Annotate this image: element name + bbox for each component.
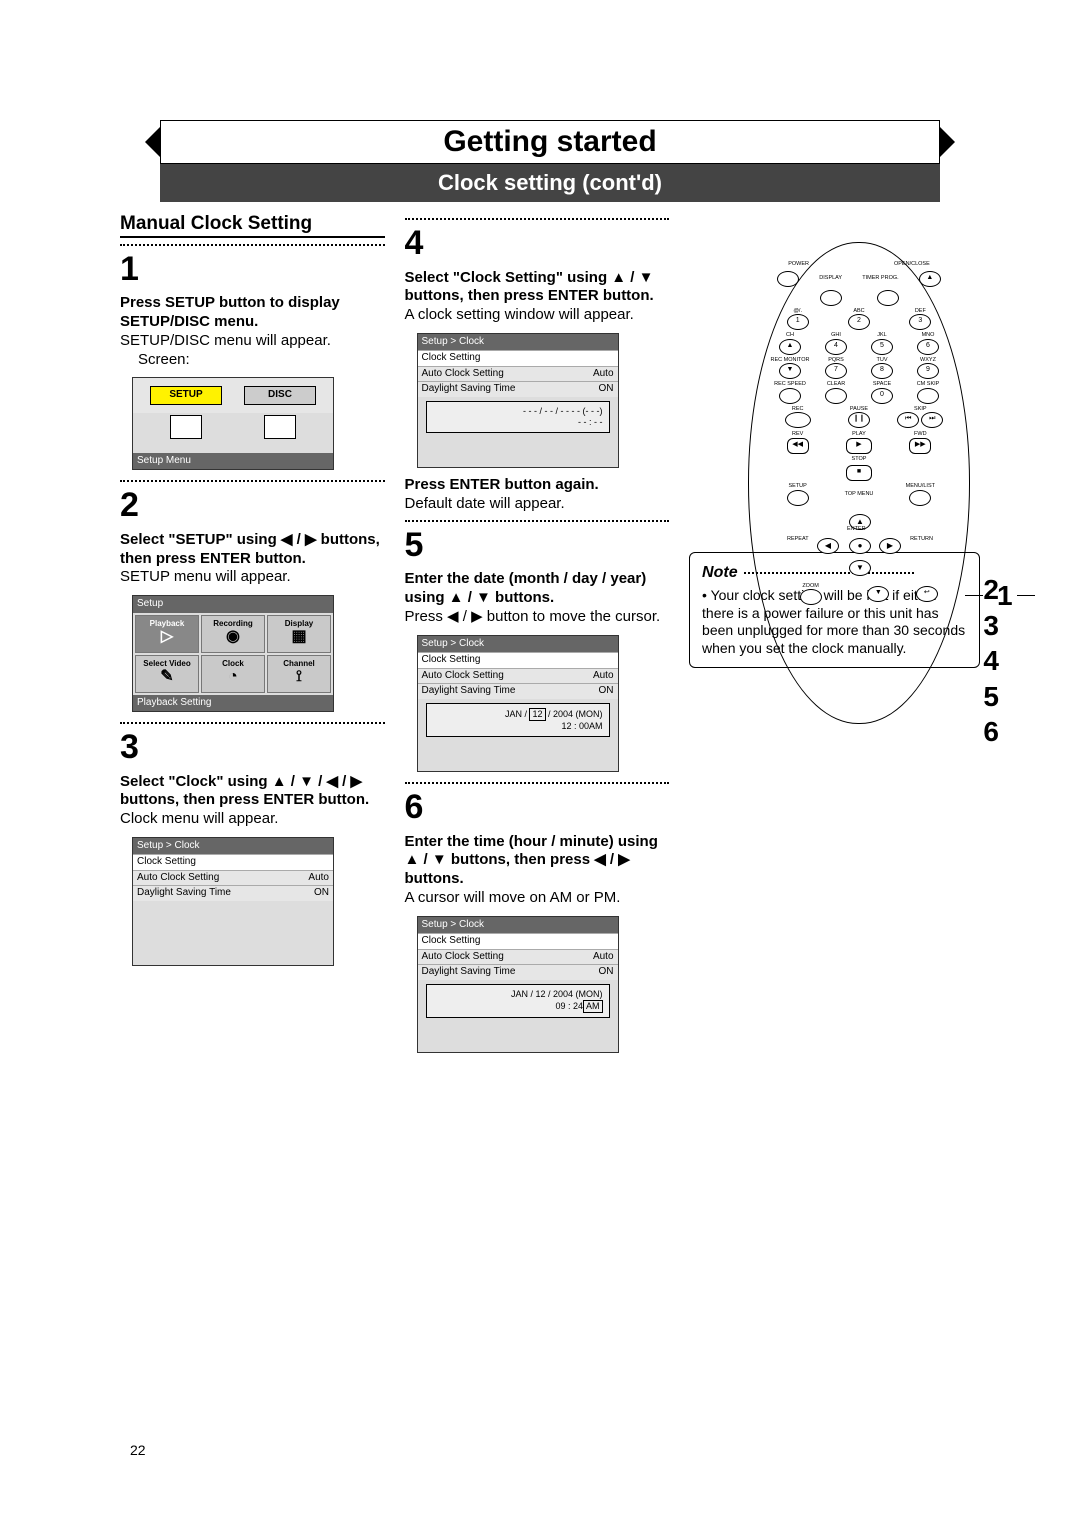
setup-icon [170,415,202,439]
date-box: JAN / 12 / 2004 (MON) 12 : 00AM [426,703,610,738]
dpad: ▲ ▼ ◀ ▶ ● REPEAT ENTER RETURN [809,514,909,576]
divider [405,780,670,784]
enter-icon: ● [849,538,871,554]
step-2-heading: Select "SETUP" using ◀ / ▶ buttons, then… [120,531,385,569]
cell-display: Display▦ [267,615,331,653]
note-title: Note [702,563,738,583]
screen-header: Setup > Clock [133,838,333,855]
step-4-body: A clock setting window will appear. [405,306,670,325]
left-icon: ◀ [817,538,839,554]
tab-setup: SETUP [150,386,222,405]
row-auto-clock: Auto Clock SettingAuto [133,870,333,886]
row-dst: Daylight Saving TimeON [133,885,333,901]
step-6-number: 6 [405,786,670,829]
screen-footer: Playback Setting [133,695,333,712]
step-2-body: SETUP menu will appear. [120,568,385,587]
leader-line [1017,595,1035,596]
step-3-heading: Select "Clock" using ▲ / ▼ / ◀ / ▶ butto… [120,773,385,811]
divider [405,216,670,220]
cell-recording: Recording◉ [201,615,265,653]
step-5-body: Press ◀ / ▶ button to move the cursor. [405,608,670,627]
chapter-title: Getting started [160,120,940,164]
step-1-heading: Press SETUP button to display SETUP/DISC… [120,294,385,332]
step-4-heading: Select "Clock Setting" using ▲ / ▼ butto… [405,269,670,307]
callouts-right: 2 3 4 5 6 [983,573,999,751]
col-left: Manual Clock Setting 1 Press SETUP butto… [120,212,385,1061]
time-entry-screen: Setup > Clock Clock Setting Auto Clock S… [417,916,619,1054]
power-button-icon [777,271,799,287]
divider [405,518,670,522]
time-box: JAN / 12 / 2004 (MON) 09 : 24AM [426,984,610,1019]
divider [120,242,385,246]
cell-playback: Playback▷ [135,615,199,653]
setup-menu-screen: Setup Playback▷ Recording◉ Display▦ Sele… [132,595,334,712]
col-mid: 4 Select "Clock Setting" using ▲ / ▼ but… [405,212,670,1061]
step-4-body2: Default date will appear. [405,495,670,514]
screen-label: Screen: [138,351,385,370]
divider [120,720,385,724]
cell-channel: Channel⟟ [267,655,331,693]
step-4-heading2: Press ENTER button again. [405,476,670,495]
step-3-number: 3 [120,726,385,769]
step-5-number: 5 [405,524,670,567]
screen-footer: Setup Menu [133,453,333,470]
blank-date-box: - - - / - - / - - - - (- - -) - - : - - [426,401,610,434]
tab-disc: DISC [244,386,316,405]
step-6-heading: Enter the time (hour / minute) using ▲ /… [405,833,670,889]
cell-select-video: Select Video✎ [135,655,199,693]
col-right: POWEROPEN/CLOSE DISPLAY TIMER PROG. ▲ @/… [689,212,980,1061]
step-1-number: 1 [120,248,385,291]
step-5-heading: Enter the date (month / day / year) usin… [405,570,670,608]
leader-line [965,595,983,596]
step-1-body: SETUP/DISC menu will appear. [120,332,385,351]
eject-icon: ▲ [919,271,941,287]
date-entry-screen: Setup > Clock Clock Setting Auto Clock S… [417,635,619,773]
step-6-body: A cursor will move on AM or PM. [405,889,670,908]
down-icon: ▼ [849,560,871,576]
cell-clock: Clock◔ [201,655,265,693]
section-subtitle: Clock setting (cont'd) [160,164,940,202]
callout-1: 1 [997,578,1013,613]
remote-diagram: POWEROPEN/CLOSE DISPLAY TIMER PROG. ▲ @/… [748,242,970,724]
right-icon: ▶ [879,538,901,554]
setup-disc-screen: SETUP DISC Setup Menu [132,377,334,470]
clock-setting-screen: Setup > Clock Clock Setting Auto Clock S… [417,333,619,469]
section-title: Manual Clock Setting [120,212,385,238]
disc-icon [264,415,296,439]
page-number: 22 [130,1442,146,1458]
step-4-number: 4 [405,222,670,265]
remote-setup-button [787,490,809,506]
screen-header: Setup [133,596,333,613]
step-2-number: 2 [120,484,385,527]
row-clock-setting: Clock Setting [133,854,333,870]
clock-menu-screen: Setup > Clock Clock Setting Auto Clock S… [132,837,334,966]
divider [120,478,385,482]
step-3-body: Clock menu will appear. [120,810,385,829]
screen-header: Setup > Clock [418,334,618,351]
